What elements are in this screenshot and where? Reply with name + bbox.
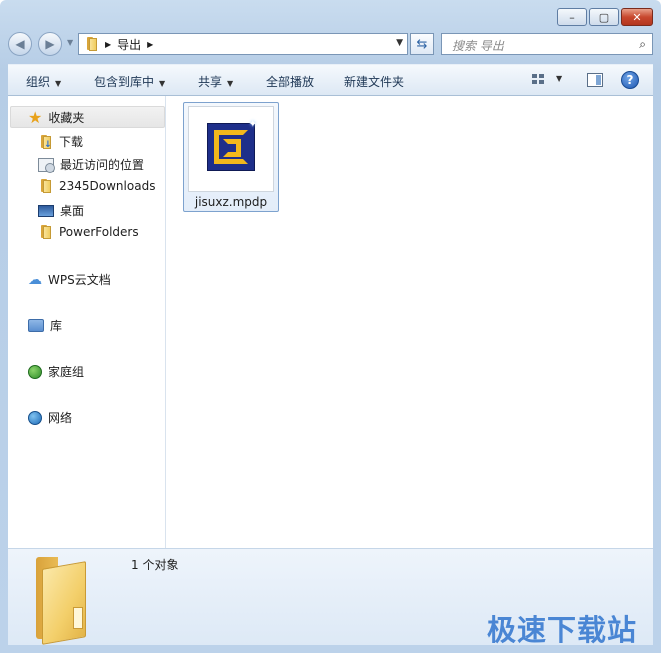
- cloud-icon: ☁: [28, 271, 42, 288]
- window-controls: – ▢ ✕: [557, 8, 653, 26]
- item-count: 1 个对象: [131, 558, 179, 572]
- chevron-down-icon: ▼: [227, 79, 234, 88]
- sidebar-item-favorites[interactable]: ★ 收藏夹: [28, 109, 84, 126]
- file-list[interactable]: ✦ jisuxz.mpdp: [166, 96, 653, 548]
- desktop-icon: [38, 204, 54, 217]
- sidebar-item-2345downloads[interactable]: 2345Downloads: [39, 179, 155, 193]
- sidebar-item-libraries[interactable]: 库: [28, 317, 62, 334]
- address-history-dropdown[interactable]: ▼: [396, 38, 403, 48]
- sidebar-item-label: 2345Downloads: [59, 179, 156, 193]
- main-content: ★ 收藏夹 ↓ 下载 最近访问的位置 2345Downloads 桌面 Powe…: [8, 96, 653, 548]
- recent-pages-dropdown[interactable]: ▼: [67, 38, 73, 47]
- back-arrow-icon: ◀: [15, 37, 25, 51]
- new-folder-button[interactable]: 新建文件夹: [344, 73, 404, 90]
- sidebar-item-label: 家庭组: [48, 365, 85, 379]
- include-in-library-menu[interactable]: 包含到库中 ▼: [94, 73, 165, 90]
- address-bar[interactable]: ▶ 导出 ▶ ▼: [78, 33, 408, 55]
- share-label: 共享: [198, 75, 223, 89]
- folder-icon: [85, 37, 99, 51]
- maximize-button[interactable]: ▢: [589, 8, 619, 26]
- sidebar-item-label: WPS云文档: [48, 273, 111, 287]
- sidebar-item-label: PowerFolders: [59, 225, 139, 239]
- file-thumbnail: ✦: [188, 106, 274, 192]
- chevron-right-icon[interactable]: ▶: [147, 40, 153, 49]
- sidebar-item-powerfolders[interactable]: PowerFolders: [39, 225, 139, 239]
- minimize-button[interactable]: –: [557, 8, 587, 26]
- organize-label: 组织: [26, 75, 51, 89]
- preview-pane-icon[interactable]: [587, 73, 603, 87]
- sidebar-item-label: 桌面: [60, 204, 85, 218]
- view-options-icon[interactable]: [532, 74, 546, 86]
- play-all-button[interactable]: 全部播放: [266, 73, 314, 90]
- sidebar-item-label: 网络: [48, 411, 73, 425]
- search-placeholder: 搜索 导出: [452, 39, 504, 53]
- forward-arrow-icon: ▶: [45, 37, 55, 51]
- forward-button[interactable]: ▶: [38, 32, 62, 56]
- sidebar-item-label: 最近访问的位置: [60, 158, 145, 172]
- sidebar-item-homegroup[interactable]: 家庭组: [28, 363, 84, 380]
- command-bar: 组织 ▼ 包含到库中 ▼ 共享 ▼ 全部播放 新建文件夹 ▼ ?: [8, 64, 653, 96]
- sidebar-item-wps-cloud[interactable]: ☁ WPS云文档: [28, 271, 111, 288]
- star-icon: ★: [28, 107, 43, 127]
- search-input[interactable]: 搜索 导出 ⌕: [441, 33, 653, 55]
- refresh-button[interactable]: ⇆: [410, 33, 434, 55]
- folder-icon: [39, 225, 53, 239]
- library-icon: [28, 319, 44, 332]
- sidebar-item-label: 下载: [59, 135, 84, 149]
- sidebar-item-label: 收藏夹: [48, 111, 85, 125]
- mp-file-icon: ✦: [207, 119, 257, 171]
- sidebar-item-recent-places[interactable]: 最近访问的位置: [38, 156, 144, 173]
- include-in-library-label: 包含到库中: [94, 75, 155, 89]
- breadcrumb: ▶ 导出 ▶: [79, 36, 153, 53]
- recent-places-icon: [38, 157, 55, 173]
- view-options-dropdown[interactable]: ▼: [556, 74, 562, 83]
- back-button[interactable]: ◀: [8, 32, 32, 56]
- sidebar-item-downloads[interactable]: ↓ 下载: [39, 133, 83, 150]
- file-item[interactable]: ✦ jisuxz.mpdp: [183, 102, 279, 212]
- navigation-bar: ◀ ▶ ▼ ▶ 导出 ▶ ▼ ⇆ 搜索 导出 ⌕: [8, 32, 653, 58]
- watermark-logo: 极速下载站: [487, 613, 638, 647]
- folder-icon: [39, 179, 53, 193]
- homegroup-icon: [28, 364, 42, 379]
- navigation-pane: ★ 收藏夹 ↓ 下载 最近访问的位置 2345Downloads 桌面 Powe…: [8, 96, 166, 548]
- close-button[interactable]: ✕: [621, 8, 653, 26]
- breadcrumb-segment[interactable]: 导出: [117, 36, 141, 53]
- explorer-window: – ▢ ✕ ◀ ▶ ▼ ▶ 导出 ▶ ▼ ⇆ 搜索 导出 ⌕ 组织 ▼ 包含到库中…: [0, 0, 661, 653]
- file-name: jisuxz.mpdp: [194, 195, 268, 209]
- folder-large-icon: [32, 555, 92, 645]
- help-icon[interactable]: ?: [621, 71, 639, 89]
- organize-menu[interactable]: 组织 ▼: [26, 73, 61, 90]
- network-icon: [28, 410, 42, 425]
- sidebar-item-network[interactable]: 网络: [28, 409, 72, 426]
- download-folder-icon: ↓: [39, 134, 53, 150]
- chevron-right-icon[interactable]: ▶: [105, 40, 111, 49]
- chevron-down-icon: ▼: [55, 79, 62, 88]
- sidebar-item-desktop[interactable]: 桌面: [38, 202, 84, 219]
- search-icon[interactable]: ⌕: [639, 37, 646, 52]
- refresh-icon: ⇆: [416, 36, 428, 52]
- share-menu[interactable]: 共享 ▼: [198, 73, 233, 90]
- chevron-down-icon: ▼: [159, 79, 166, 88]
- sidebar-item-label: 库: [50, 319, 63, 333]
